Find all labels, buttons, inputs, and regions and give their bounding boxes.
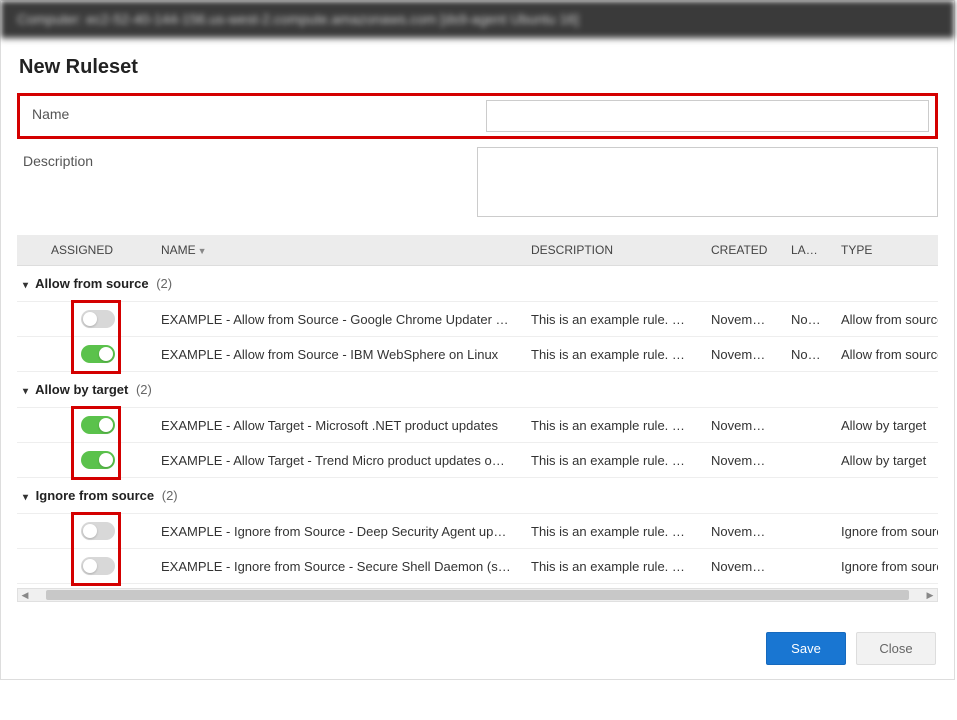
header-text: Computer: ec2-52-40-144-156.us-west-2.co… xyxy=(17,11,579,27)
rule-last xyxy=(781,408,831,443)
rule-type: Ignore from source xyxy=(831,514,938,549)
col-created[interactable]: CREATED xyxy=(701,235,781,266)
col-description[interactable]: DESCRIPTION xyxy=(521,235,701,266)
col-assigned[interactable]: ASSIGNED xyxy=(41,235,151,266)
rule-description: This is an example rule. … xyxy=(521,408,701,443)
chevron-down-icon: ▾ xyxy=(23,492,28,503)
rule-created: Novemb… xyxy=(701,443,781,478)
group-count: (2) xyxy=(132,382,152,397)
assigned-toggle[interactable] xyxy=(81,522,115,540)
close-button[interactable]: Close xyxy=(856,632,936,665)
rule-created: Novemb… xyxy=(701,302,781,337)
rule-type: Allow by target xyxy=(831,408,938,443)
group-title: Allow from source xyxy=(35,276,148,291)
scroll-right-icon[interactable]: ▶ xyxy=(923,590,937,601)
description-label: Description xyxy=(17,147,477,175)
rules-table: ASSIGNED NAME▼ DESCRIPTION CREATED LAS… … xyxy=(17,235,938,584)
assigned-toggle[interactable] xyxy=(81,310,115,328)
table-row[interactable]: EXAMPLE - Allow from Source - IBM WebSph… xyxy=(17,337,938,372)
horizontal-scrollbar[interactable]: ◀ ▶ xyxy=(17,588,938,602)
rule-name: EXAMPLE - Allow from Source - IBM WebSph… xyxy=(151,337,521,372)
table-row[interactable]: EXAMPLE - Ignore from Source - Deep Secu… xyxy=(17,514,938,549)
rule-last xyxy=(781,514,831,549)
chevron-down-icon: ▾ xyxy=(23,280,28,291)
description-input[interactable] xyxy=(477,147,938,217)
col-last[interactable]: LAS… xyxy=(781,235,831,266)
save-button[interactable]: Save xyxy=(766,632,846,665)
rule-created: Novemb… xyxy=(701,408,781,443)
rule-description: This is an example rule. … xyxy=(521,443,701,478)
rule-created: Novemb… xyxy=(701,514,781,549)
table-row[interactable]: EXAMPLE - Ignore from Source - Secure Sh… xyxy=(17,549,938,584)
assigned-toggle[interactable] xyxy=(81,557,115,575)
rule-type: Allow from source xyxy=(831,302,938,337)
scroll-thumb[interactable] xyxy=(46,590,909,600)
rule-created: Novemb… xyxy=(701,337,781,372)
sort-desc-icon: ▼ xyxy=(198,246,207,256)
group-header[interactable]: ▾ Allow by target (2) xyxy=(17,372,938,408)
rule-name: EXAMPLE - Ignore from Source - Deep Secu… xyxy=(151,514,521,549)
group-header[interactable]: ▾ Ignore from source (2) xyxy=(17,478,938,514)
group-count: (2) xyxy=(158,488,178,503)
group-count: (2) xyxy=(153,276,173,291)
window-header: Computer: ec2-52-40-144-156.us-west-2.co… xyxy=(1,1,954,40)
rule-name: EXAMPLE - Allow Target - Microsoft .NET … xyxy=(151,408,521,443)
name-input[interactable] xyxy=(486,100,929,132)
assigned-toggle[interactable] xyxy=(81,416,115,434)
rule-description: This is an example rule. … xyxy=(521,514,701,549)
rule-description: This is an example rule. … xyxy=(521,302,701,337)
table-row[interactable]: EXAMPLE - Allow from Source - Google Chr… xyxy=(17,302,938,337)
rule-description: This is an example rule. … xyxy=(521,337,701,372)
group-header[interactable]: ▾ Allow from source (2) xyxy=(17,266,938,302)
name-row: Name xyxy=(17,93,938,139)
rule-description: This is an example rule. … xyxy=(521,549,701,584)
rule-last xyxy=(781,549,831,584)
rule-type: Allow from source xyxy=(831,337,938,372)
rule-name: EXAMPLE - Allow from Source - Google Chr… xyxy=(151,302,521,337)
assigned-toggle[interactable] xyxy=(81,345,115,363)
rule-type: Ignore from source xyxy=(831,549,938,584)
rule-name: EXAMPLE - Ignore from Source - Secure Sh… xyxy=(151,549,521,584)
assigned-toggle[interactable] xyxy=(81,451,115,469)
col-name[interactable]: NAME▼ xyxy=(151,235,521,266)
rule-last xyxy=(781,443,831,478)
col-type[interactable]: TYPE xyxy=(831,235,938,266)
scroll-left-icon[interactable]: ◀ xyxy=(18,590,32,601)
col-expander xyxy=(17,235,41,266)
group-title: Ignore from source xyxy=(36,488,154,503)
rule-created: Novemb… xyxy=(701,549,781,584)
dialog-footer: Save Close xyxy=(1,618,954,679)
table-row[interactable]: EXAMPLE - Allow Target - Trend Micro pro… xyxy=(17,443,938,478)
name-label: Name xyxy=(26,100,486,128)
rules-table-wrap: ASSIGNED NAME▼ DESCRIPTION CREATED LAS… … xyxy=(17,235,938,602)
rule-type: Allow by target xyxy=(831,443,938,478)
description-row: Description xyxy=(17,139,938,225)
table-row[interactable]: EXAMPLE - Allow Target - Microsoft .NET … xyxy=(17,408,938,443)
rule-last: Nov… xyxy=(781,337,831,372)
group-title: Allow by target xyxy=(35,382,128,397)
rule-name: EXAMPLE - Allow Target - Trend Micro pro… xyxy=(151,443,521,478)
page-title: New Ruleset xyxy=(1,40,954,85)
chevron-down-icon: ▾ xyxy=(23,386,28,397)
rule-last: Nov… xyxy=(781,302,831,337)
